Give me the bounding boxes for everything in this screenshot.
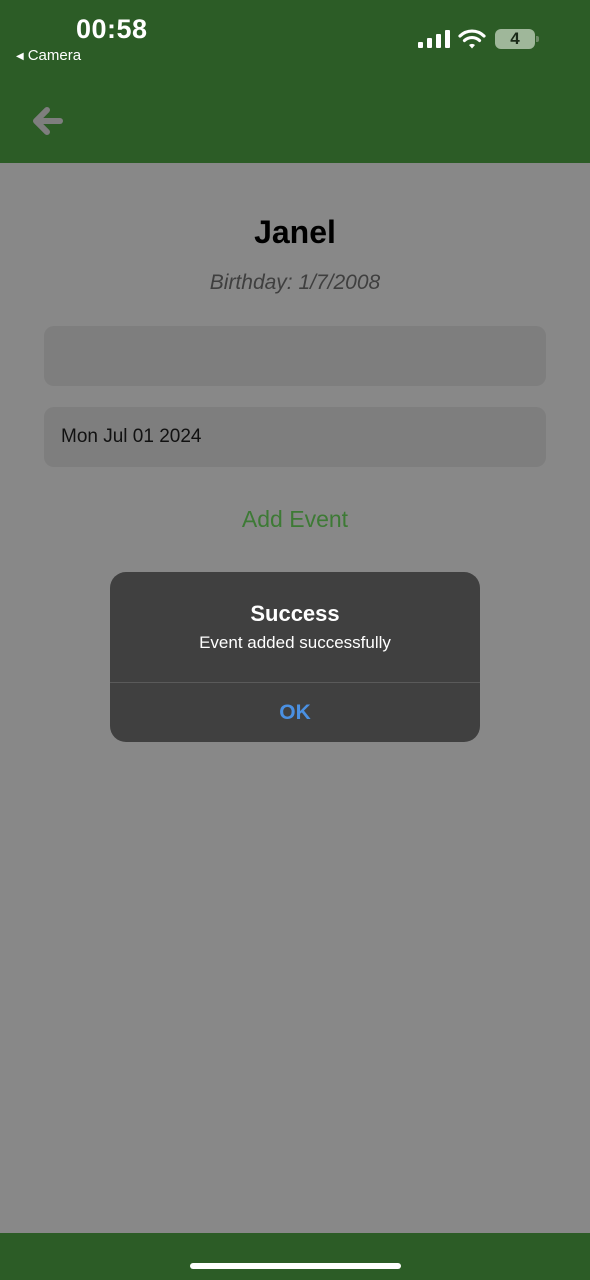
battery-cap [536, 36, 539, 42]
success-alert: Success Event added successfully OK [110, 572, 480, 742]
add-event-button[interactable]: Add Event [0, 506, 590, 533]
wifi-icon [458, 29, 486, 49]
alert-message: Event added successfully [199, 633, 391, 652]
status-time: 00:58 [76, 14, 148, 44]
event-date-input[interactable]: Mon Jul 01 2024 [44, 407, 546, 467]
alert-ok-button[interactable]: OK [110, 683, 480, 742]
back-to-app-link[interactable]: ◀ Camera [16, 47, 81, 64]
app-header: 00:58 ◀ Camera 4 [0, 0, 590, 163]
battery-icon: 4 [495, 29, 539, 49]
bottom-bar [0, 1233, 590, 1280]
event-date-value: Mon Jul 01 2024 [61, 426, 202, 447]
back-triangle-icon: ◀ [16, 51, 24, 62]
event-name-input[interactable] [44, 326, 546, 386]
arrow-left-icon[interactable] [30, 104, 64, 138]
battery-level: 4 [510, 29, 520, 48]
home-indicator[interactable] [190, 1263, 401, 1269]
person-name: Janel [254, 214, 336, 250]
back-app-label: Camera [27, 47, 82, 64]
cellular-signal-icon [418, 30, 450, 48]
person-birthday: Birthday: 1/7/2008 [209, 271, 381, 294]
alert-title: Success [250, 601, 340, 626]
